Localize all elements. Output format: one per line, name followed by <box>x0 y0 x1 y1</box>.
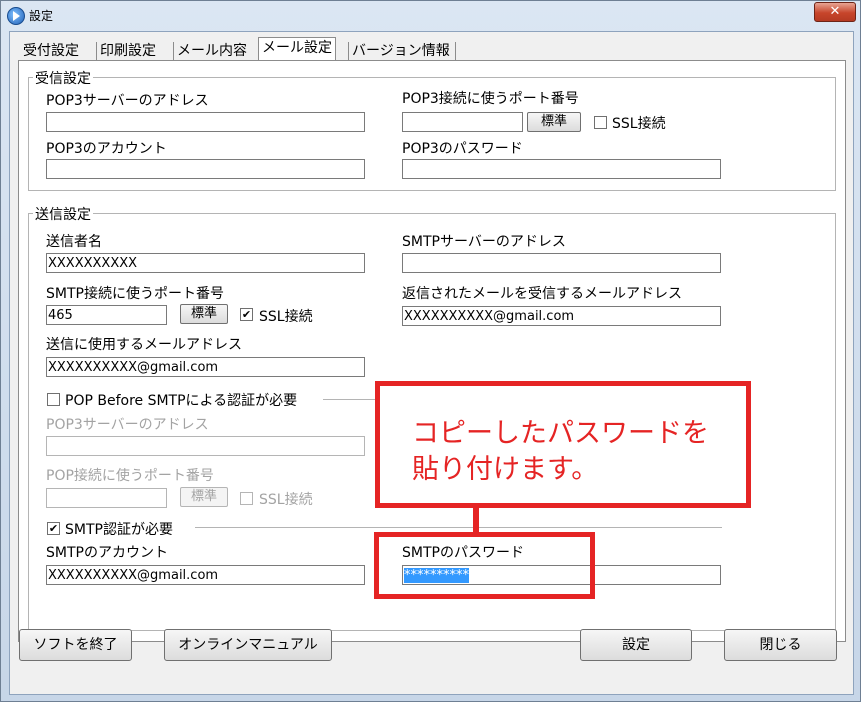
send-address-input[interactable]: XXXXXXXXXX@gmail.com <box>46 357 365 377</box>
smtp-account-input[interactable]: XXXXXXXXXX@gmail.com <box>46 565 365 585</box>
smtp-server-label: SMTPサーバーのアドレス <box>402 234 566 250</box>
send-address-label: 送信に使用するメールアドレス <box>46 337 242 353</box>
tab-divider <box>455 42 456 61</box>
reply-address-input[interactable]: XXXXXXXXXX@gmail.com <box>402 306 721 326</box>
annotation-highlight-box <box>374 532 595 599</box>
smtp-port-input[interactable]: 465 <box>46 305 167 325</box>
tab-mail-settings[interactable]: メール設定 <box>258 37 336 62</box>
tab-version[interactable]: バージョン情報 <box>351 41 451 61</box>
settings-window: 設定 ✕ 受付設定 印刷設定 メール内容 メール設定 バージョン情報 受信設定 … <box>0 0 861 702</box>
window-title: 設定 <box>29 9 54 23</box>
smtp-account-label: SMTPのアカウント <box>46 545 168 561</box>
annotation-connector <box>473 508 479 533</box>
pop3-default-port-button[interactable]: 標準 <box>527 112 581 132</box>
pop3-account-input[interactable] <box>46 159 365 179</box>
smtp-auth-label: SMTP認証が必要 <box>65 522 173 538</box>
online-manual-button[interactable]: オンラインマニュアル <box>164 629 332 661</box>
smtp-ssl-checkbox[interactable]: ✔ <box>240 308 253 321</box>
annotation-text: コピーしたパスワードを 貼り付けます。 <box>412 416 709 488</box>
pop3-ssl-label: SSL接続 <box>612 116 666 132</box>
smtp-port-label: SMTP接続に使うポート番号 <box>46 286 224 302</box>
sender-name-input[interactable]: XXXXXXXXXX <box>46 253 365 273</box>
smtp-auth-checkbox[interactable]: ✔ <box>47 522 60 535</box>
send-group-title: 送信設定 <box>33 204 93 224</box>
tab-divider <box>173 42 174 61</box>
smtp-default-port-button[interactable]: 標準 <box>180 304 228 324</box>
pop3-server-input[interactable] <box>46 112 365 132</box>
title-bar[interactable]: 設定 ✕ <box>1 1 860 29</box>
smtp-auth-divider <box>195 527 722 528</box>
tab-print[interactable]: 印刷設定 <box>99 41 157 61</box>
pop3-server-label: POP3サーバーのアドレス <box>46 93 209 109</box>
pb-port-input[interactable] <box>46 488 167 508</box>
sender-name-label: 送信者名 <box>46 234 102 250</box>
pop-before-smtp-label: POP Before SMTPによる認証が必要 <box>65 393 298 409</box>
tab-divider <box>348 42 349 61</box>
pop3-password-input[interactable] <box>402 159 721 179</box>
receive-group-title: 受信設定 <box>33 68 93 88</box>
close-window-button[interactable]: ✕ <box>814 2 856 22</box>
smtp-server-input[interactable] <box>402 253 721 273</box>
annotation-line-2: 貼り付けます。 <box>412 454 599 485</box>
pb-ssl-checkbox[interactable] <box>240 492 253 505</box>
close-icon: ✕ <box>829 4 841 19</box>
pb-ssl-label: SSL接続 <box>259 492 313 508</box>
smtp-ssl-label: SSL接続 <box>259 309 313 325</box>
tab-reception[interactable]: 受付設定 <box>22 41 80 61</box>
reply-address-label: 返信されたメールを受信するメールアドレス <box>402 286 682 302</box>
app-icon <box>7 7 25 25</box>
pop3-account-label: POP3のアカウント <box>46 141 167 157</box>
pb-default-port-button[interactable]: 標準 <box>180 487 228 507</box>
pb-port-label: POP接続に使うポート番号 <box>46 468 214 484</box>
pb-pop3-server-input[interactable] <box>46 436 365 456</box>
tab-mail-content[interactable]: メール内容 <box>176 41 248 61</box>
pop3-password-label: POP3のパスワード <box>402 141 523 157</box>
quit-software-button[interactable]: ソフトを終了 <box>19 629 132 661</box>
close-button[interactable]: 閉じる <box>724 629 837 661</box>
pb-pop3-server-label: POP3サーバーのアドレス <box>46 417 209 433</box>
settings-button[interactable]: 設定 <box>580 629 692 661</box>
tab-divider <box>96 42 97 61</box>
pop3-port-label: POP3接続に使うポート番号 <box>402 91 579 107</box>
pop-before-smtp-checkbox[interactable] <box>47 393 60 406</box>
annotation-line-1: コピーしたパスワードを <box>412 418 709 449</box>
annotation-callout: コピーしたパスワードを 貼り付けます。 <box>375 381 751 508</box>
pop3-port-input[interactable] <box>402 112 523 132</box>
pop3-ssl-checkbox[interactable] <box>594 116 607 129</box>
